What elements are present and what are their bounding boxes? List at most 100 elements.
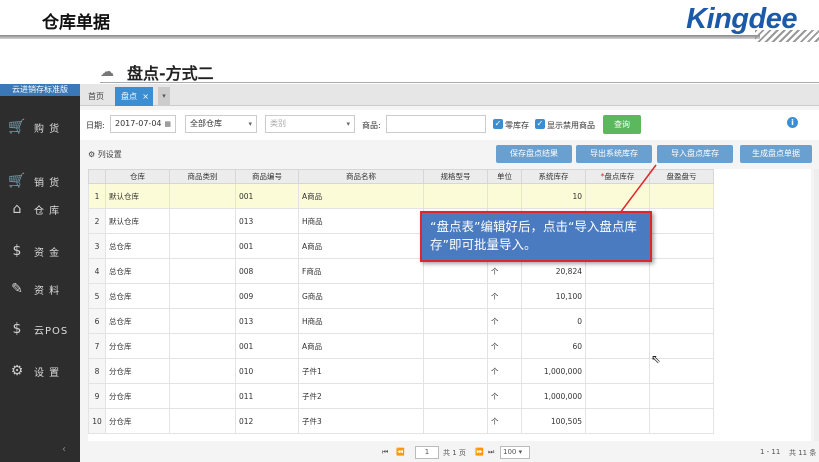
category-select[interactable]: 类别 ▾ (265, 115, 355, 133)
table-row[interactable]: 4 总仓库 008 F商品 个 20,824 (88, 258, 714, 284)
cell-code: 001 (235, 333, 299, 359)
col-unit[interactable]: 单位 (487, 169, 522, 184)
cell-profit-loss (649, 283, 714, 309)
cell-category (169, 358, 236, 384)
cell-count-stock[interactable] (585, 383, 650, 409)
stocktake-table: 仓库 商品类别 商品编号 商品名称 规格型号 单位 系统库存 *盘点库存 盘盈盘… (88, 169, 811, 441)
cell-name: H商品 (298, 308, 424, 334)
cell-name: A商品 (298, 333, 424, 359)
chevron-down-icon: ▾ (346, 120, 350, 128)
table-row[interactable]: 5 总仓库 009 G商品 个 10,100 (88, 283, 714, 309)
row-index: 9 (88, 383, 106, 409)
cell-count-stock[interactable] (585, 358, 650, 384)
cell-count-stock[interactable] (585, 408, 650, 434)
col-system-stock[interactable]: 系统库存 (521, 169, 586, 184)
sidebar-item-0[interactable]: 🛒 购 货 (0, 108, 80, 146)
cell-code: 001 (235, 183, 299, 209)
sidebar-item-3[interactable]: $ 资 金 (0, 232, 80, 270)
table-row[interactable]: 7 分仓库 001 A商品 个 60 (88, 333, 714, 359)
col-category[interactable]: 商品类别 (169, 169, 236, 184)
cell-system-stock: 10 (521, 183, 586, 209)
row-index: 5 (88, 283, 106, 309)
export-stock-button[interactable]: 导出系统库存 (576, 145, 652, 163)
date-value: 2017-07-04 (115, 119, 162, 128)
cell-warehouse: 总仓库 (105, 233, 170, 259)
cell-code: 012 (235, 408, 299, 434)
calendar-icon[interactable]: ▦ (164, 116, 171, 132)
cell-count-stock[interactable] (585, 333, 650, 359)
col-count-stock-label: 盘点库存 (604, 172, 635, 181)
cell-profit-loss (649, 308, 714, 334)
col-spec[interactable]: 规格型号 (423, 169, 488, 184)
sidebar-item-label: 资 金 (34, 247, 61, 259)
cell-unit: 个 (487, 308, 522, 334)
cell-category (169, 208, 236, 234)
prev-page-icon[interactable]: ⏪ (396, 448, 405, 456)
sidebar: 云进销存标准版 🛒 购 货 🛒 销 货 ⌂ 仓 库 $ 资 金 ✎ 资 料 $ 云POS ⚙ 设 置 (0, 84, 80, 462)
generate-document-button[interactable]: 生成盘点单据 (740, 145, 812, 163)
section-title: 盘点-方式二 (127, 64, 214, 83)
zero-stock-checkbox[interactable]: ✓ (493, 119, 503, 129)
page-number-input[interactable]: 1 (415, 446, 439, 459)
table-row[interactable]: 10 分仓库 012 子件3 个 100,505 (88, 408, 714, 434)
cell-spec (423, 308, 488, 334)
cell-system-stock: 20,824 (521, 258, 586, 284)
cell-unit: 个 (487, 283, 522, 309)
cell-profit-loss (649, 383, 714, 409)
row-index: 4 (88, 258, 106, 284)
date-input[interactable]: 2017-07-04 ▦ (110, 115, 176, 133)
table-row[interactable]: 1 默认仓库 001 A商品 10 (88, 183, 714, 209)
first-page-icon[interactable]: ⏮ (382, 448, 388, 457)
col-name[interactable]: 商品名称 (298, 169, 424, 184)
cell-count-stock[interactable] (585, 183, 650, 209)
cell-unit: 个 (487, 358, 522, 384)
info-icon[interactable]: i (787, 117, 798, 128)
goods-input[interactable] (386, 115, 486, 133)
cell-unit: 个 (487, 333, 522, 359)
tab-menu-chevron-icon[interactable]: ▾ (158, 87, 170, 106)
chevron-down-icon: ▾ (248, 120, 252, 128)
tab-home[interactable]: 首页 (82, 87, 110, 106)
warehouse-select[interactable]: 全部仓库 ▾ (185, 115, 257, 133)
col-profit-loss[interactable]: 盘盈盘亏 (649, 169, 714, 184)
show-disabled-checkbox[interactable]: ✓ (535, 119, 545, 129)
collapse-arrow-icon[interactable]: ‹ (62, 444, 66, 455)
col-warehouse[interactable]: 仓库 (105, 169, 170, 184)
cart-icon: 🛒 (8, 119, 26, 135)
record-range: 1 - 11 (760, 448, 781, 456)
cell-category (169, 408, 236, 434)
cell-name: 子件1 (298, 358, 424, 384)
col-count-stock[interactable]: *盘点库存 (585, 169, 650, 184)
page-size-select[interactable]: 100 ▾ (500, 446, 530, 459)
tab-pandian-label: 盘点 (121, 92, 137, 101)
sidebar-item-4[interactable]: ✎ 资 料 (0, 270, 80, 308)
column-settings[interactable]: ⚙ 列设置 (88, 149, 122, 160)
sidebar-item-label: 仓 库 (34, 205, 61, 217)
vertical-scrollbar[interactable] (814, 169, 819, 441)
sidebar-item-2[interactable]: ⌂ 仓 库 (0, 190, 80, 228)
col-code[interactable]: 商品编号 (235, 169, 299, 184)
table-row[interactable]: 6 总仓库 013 H商品 个 0 (88, 308, 714, 334)
table-row[interactable]: 8 分仓库 010 子件1 个 1,000,000 (88, 358, 714, 384)
next-page-icon[interactable]: ⏩ (475, 448, 484, 456)
cell-spec (423, 258, 488, 284)
sidebar-item-6[interactable]: ⚙ 设 置 (0, 352, 80, 390)
cell-count-stock[interactable] (585, 283, 650, 309)
cell-category (169, 183, 236, 209)
tab-pandian[interactable]: 盘点 × (115, 87, 153, 106)
last-page-icon[interactable]: ⏭ (488, 448, 494, 457)
close-icon[interactable]: × (142, 87, 149, 106)
row-index: 6 (88, 308, 106, 334)
query-button[interactable]: 查询 (603, 115, 641, 134)
cell-count-stock[interactable] (585, 258, 650, 284)
cell-name: 子件3 (298, 408, 424, 434)
filter-bar: 日期: 2017-07-04 ▦ 全部仓库 ▾ 类别 ▾ 商品: ✓ 零库存 ✓ (80, 110, 819, 140)
sidebar-item-5[interactable]: $ 云POS (0, 310, 80, 348)
cell-code: 001 (235, 233, 299, 259)
import-count-button[interactable]: 导入盘点库存 (657, 145, 733, 163)
cell-spec (423, 283, 488, 309)
zero-stock-label: 零库存 (505, 121, 529, 130)
cell-count-stock[interactable] (585, 308, 650, 334)
save-count-button[interactable]: 保存盘点结果 (496, 145, 572, 163)
table-row[interactable]: 9 分仓库 011 子件2 个 1,000,000 (88, 383, 714, 409)
